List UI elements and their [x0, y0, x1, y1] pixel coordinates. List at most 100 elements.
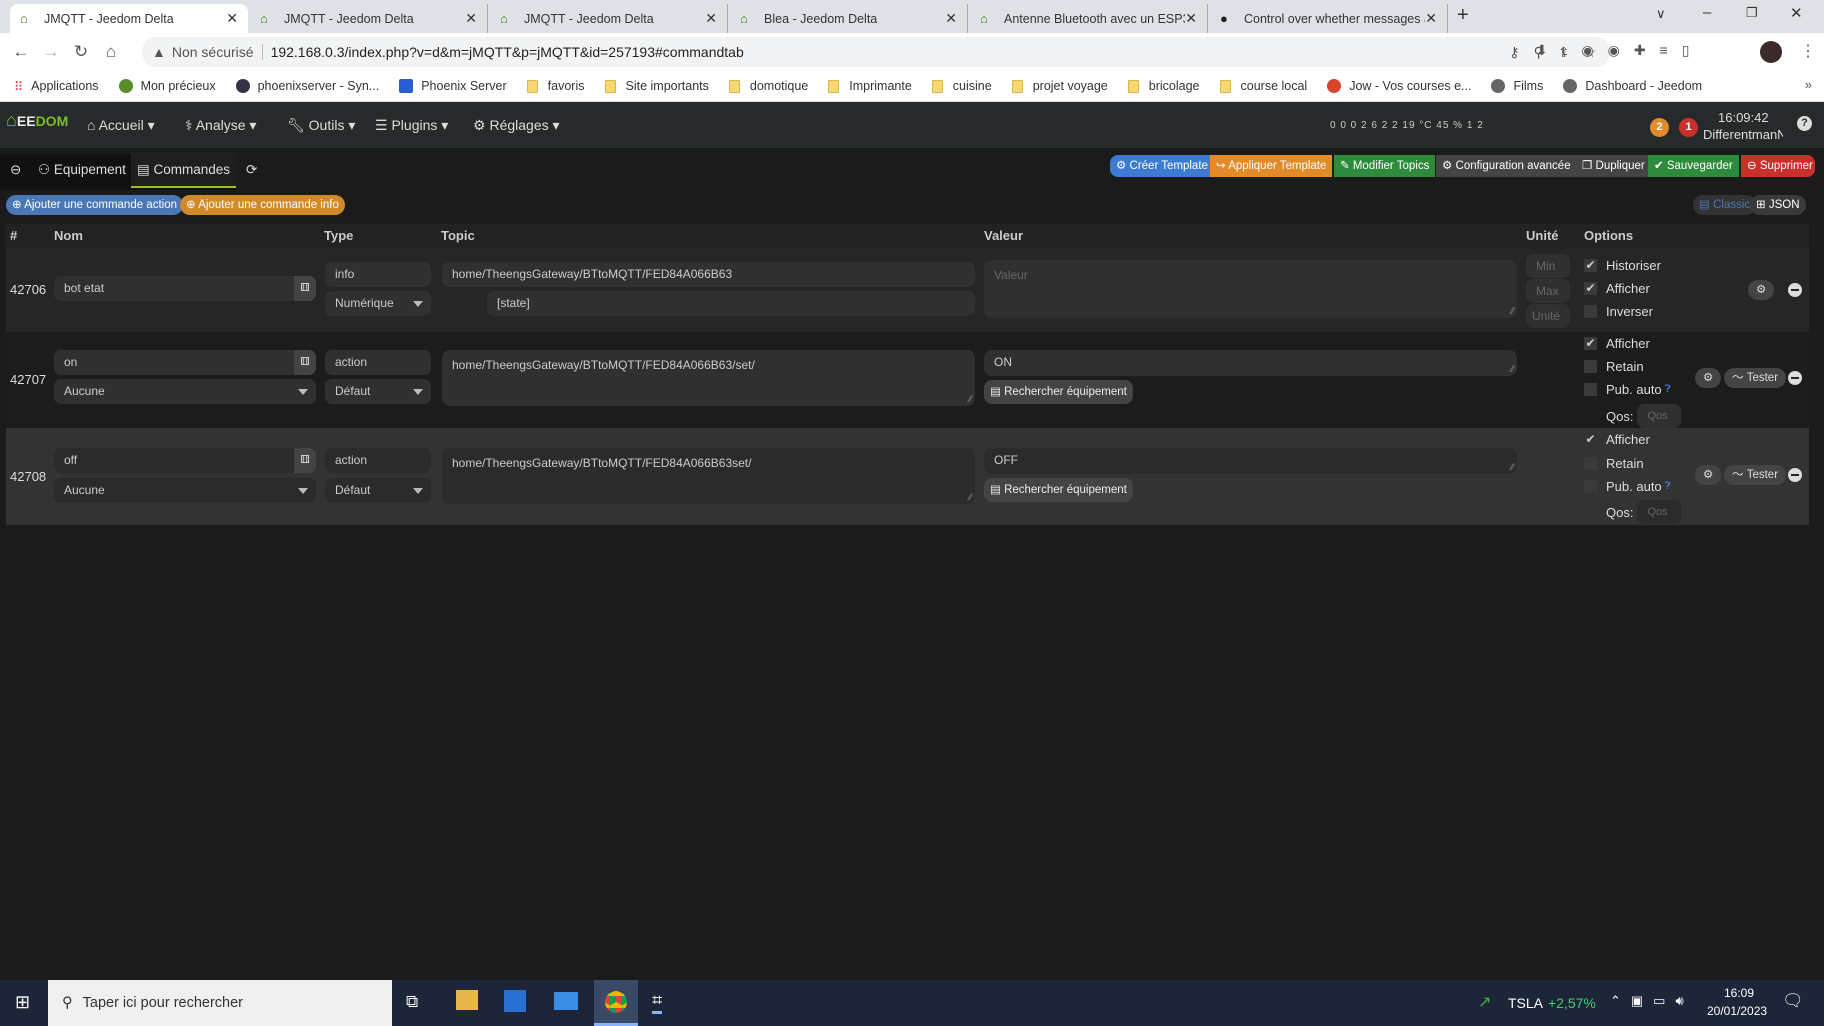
- tab-commandes[interactable]: ▤ Commandes: [131, 152, 237, 188]
- remove-command-icon[interactable]: [1788, 283, 1802, 297]
- option-inverser[interactable]: Inverser: [1584, 304, 1653, 319]
- advanced-config-button[interactable]: ⚙ Configuration avancée: [1436, 155, 1577, 177]
- browser-tab[interactable]: ⌂ Antenne Bluetooth avec un ESP32 ✕: [970, 4, 1208, 33]
- ticker-symbol[interactable]: TSLA: [1508, 995, 1543, 1011]
- subtype-select[interactable]: Défaut: [325, 379, 431, 404]
- topic-input[interactable]: home/TheengsGateway/BTtoMQTT/FED84A066B6…: [442, 262, 975, 287]
- bookmark-folder[interactable]: projet voyage: [1011, 79, 1108, 93]
- view-json-button[interactable]: ⊞ JSON: [1750, 195, 1806, 215]
- qos-input[interactable]: Qos: [1637, 500, 1682, 524]
- file-explorer-icon[interactable]: [456, 990, 478, 1010]
- test-button[interactable]: 〜 Tester: [1724, 465, 1787, 485]
- browser-tab[interactable]: ⌂ JMQTT - Jeedom Delta ✕: [10, 4, 248, 33]
- bookmark[interactable]: Phoenix Server: [399, 79, 507, 93]
- tab-equipement[interactable]: ⚇ Equipement: [32, 152, 132, 188]
- delete-button[interactable]: ⊖ Supprimer: [1741, 155, 1815, 177]
- extension-icons[interactable]: ⬇ʟ◉◉✚≡▯: [1536, 42, 1703, 59]
- bookmark-applications[interactable]: ⠿ Applications: [14, 79, 99, 94]
- min-input[interactable]: Min: [1526, 254, 1570, 278]
- advanced-config-gears-button[interactable]: ⚙: [1748, 280, 1775, 300]
- create-template-button[interactable]: ⚙ Créer Template: [1110, 155, 1214, 177]
- checkbox-checked[interactable]: ✔: [1584, 433, 1597, 446]
- test-button[interactable]: 〜 Tester: [1724, 368, 1787, 388]
- search-equipment-button[interactable]: ▤ Rechercher équipement: [984, 380, 1133, 404]
- close-tab-icon[interactable]: ✕: [705, 10, 717, 27]
- app-taskbar-icon[interactable]: ⌗: [652, 990, 663, 1014]
- windows-start-icon[interactable]: ⊞: [15, 992, 30, 1013]
- menu-outils[interactable]: 🔧︎ Outils ▾: [287, 117, 355, 134]
- mail-icon[interactable]: [554, 992, 578, 1010]
- bookmark[interactable]: Dashboard - Jeedom: [1563, 79, 1702, 93]
- browser-tab[interactable]: ⌂ JMQTT - Jeedom Delta ✕: [250, 4, 488, 33]
- json-path-input[interactable]: [state]: [487, 291, 975, 316]
- value-textarea[interactable]: ON ⁄⁄: [984, 350, 1517, 376]
- checkbox[interactable]: [1584, 457, 1597, 470]
- back-icon[interactable]: ←: [6, 42, 36, 62]
- value-textarea[interactable]: Valeur ⁄⁄: [984, 260, 1517, 318]
- bookmark-folder[interactable]: bricolage: [1127, 79, 1200, 93]
- search-equipment-button[interactable]: ▤ Rechercher équipement: [984, 478, 1133, 502]
- option-retain[interactable]: Retain: [1584, 359, 1644, 374]
- bookmark-folder[interactable]: Site importants: [604, 79, 709, 93]
- menu-reglages[interactable]: ⚙ Réglages ▾: [473, 117, 560, 134]
- more-menu-icon[interactable]: ⋮: [1800, 41, 1816, 61]
- bookmark[interactable]: phoenixserver - Syn...: [235, 79, 379, 93]
- icon-picker-button[interactable]: ⚅: [294, 350, 316, 375]
- home-icon[interactable]: ⌂: [96, 42, 126, 62]
- tab-search-icon[interactable]: ∨: [1656, 6, 1666, 22]
- add-info-command-button[interactable]: ⊕ Ajouter une commande info: [180, 195, 345, 215]
- message-badge[interactable]: 2: [1650, 118, 1669, 137]
- remove-command-icon[interactable]: [1788, 468, 1802, 482]
- option-historiser[interactable]: ✔ Historiser: [1584, 258, 1661, 273]
- add-action-command-button[interactable]: ⊕ Ajouter une commande action: [6, 195, 183, 215]
- bookmark-folder[interactable]: Imprimante: [828, 79, 912, 93]
- menu-accueil[interactable]: ⌂ Accueil ▾: [87, 117, 155, 134]
- advanced-config-gears-button[interactable]: ⚙: [1695, 368, 1722, 388]
- browser-tab[interactable]: ⌂ Blea - Jeedom Delta ✕: [730, 4, 968, 33]
- unit-input[interactable]: Unité: [1526, 304, 1570, 328]
- checkbox[interactable]: [1584, 305, 1597, 318]
- name-input[interactable]: bot etat ⚅: [54, 276, 316, 301]
- menu-analyse[interactable]: ⚕ Analyse ▾: [185, 117, 256, 134]
- chrome-taskbar-button[interactable]: [594, 980, 638, 1026]
- bookmark[interactable]: Films: [1491, 79, 1543, 93]
- help-icon[interactable]: ❓︎: [1665, 384, 1671, 395]
- checkbox-checked[interactable]: ✔: [1584, 337, 1597, 350]
- option-retain[interactable]: Retain: [1584, 456, 1644, 471]
- icon-picker-button[interactable]: ⚅: [294, 448, 316, 473]
- browser-tab[interactable]: ⌂ JMQTT - Jeedom Delta ✕: [490, 4, 728, 33]
- close-tab-icon[interactable]: ✕: [1425, 10, 1437, 27]
- notification-icon[interactable]: 🗨︎: [1782, 991, 1804, 1011]
- view-classic-button[interactable]: ▤ Classic: [1693, 195, 1757, 215]
- subtype-select[interactable]: Numérique: [325, 291, 431, 316]
- icon-picker-button[interactable]: ⚅: [294, 276, 316, 301]
- option-afficher[interactable]: ✔ Afficher: [1584, 336, 1650, 351]
- more-bookmarks-icon[interactable]: »: [1805, 78, 1812, 92]
- checkbox-checked[interactable]: ✔: [1584, 282, 1597, 295]
- close-tab-icon[interactable]: ✕: [465, 10, 477, 27]
- close-tab-icon[interactable]: ✕: [1185, 10, 1197, 27]
- alert-badge[interactable]: 1: [1679, 118, 1698, 137]
- profile-avatar[interactable]: [1760, 41, 1782, 63]
- new-tab-button[interactable]: +: [1457, 4, 1469, 27]
- forward-icon[interactable]: →: [36, 42, 66, 62]
- task-view-icon[interactable]: ⧉: [406, 992, 418, 1012]
- topic-textarea[interactable]: home/TheengsGateway/BTtoMQTT/FED84A066B6…: [442, 448, 975, 504]
- checkbox[interactable]: [1584, 480, 1597, 493]
- jeedom-logo[interactable]: ⌂EEDOM: [6, 110, 68, 131]
- generic-type-select[interactable]: Aucune: [54, 478, 316, 503]
- bookmark-folder[interactable]: cuisine: [931, 79, 992, 93]
- checkbox[interactable]: [1584, 383, 1597, 396]
- bookmark-folder[interactable]: course local: [1219, 79, 1307, 93]
- bookmark[interactable]: Jow - Vos courses e...: [1327, 79, 1471, 93]
- refresh-icon[interactable]: ⟳: [240, 152, 263, 188]
- max-input[interactable]: Max: [1526, 279, 1570, 303]
- url-bar[interactable]: ▲ Non sécurisé 192.168.0.3/index.php?v=d…: [142, 37, 1610, 67]
- bookmark[interactable]: Mon précieux: [118, 79, 216, 93]
- option-pub-auto[interactable]: Pub. auto ❓︎: [1584, 382, 1671, 397]
- url-text[interactable]: 192.168.0.3/index.php?v=d&m=jMQTT&p=jMQT…: [271, 44, 744, 60]
- store-icon[interactable]: [504, 990, 526, 1012]
- checkbox[interactable]: [1584, 360, 1597, 373]
- option-pub-auto[interactable]: Pub. auto ❓︎: [1584, 479, 1671, 494]
- bookmark-folder[interactable]: favoris: [526, 79, 585, 93]
